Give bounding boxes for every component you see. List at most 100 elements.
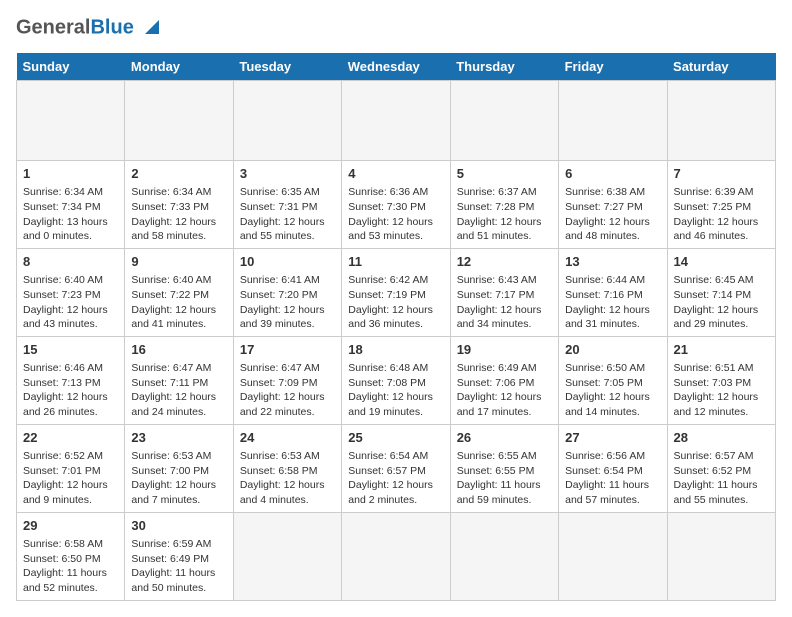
calendar-cell: 27Sunrise: 6:56 AMSunset: 6:54 PMDayligh…: [559, 424, 667, 512]
sunset-text: Sunset: 7:03 PM: [674, 377, 752, 389]
sunrise-text: Sunrise: 6:44 AM: [565, 274, 645, 286]
logo-general: General: [16, 17, 90, 39]
day-number: 23: [131, 429, 226, 447]
calendar-cell: 9Sunrise: 6:40 AMSunset: 7:22 PMDaylight…: [125, 248, 233, 336]
day-number: 22: [23, 429, 118, 447]
calendar-cell: 1Sunrise: 6:34 AMSunset: 7:34 PMDaylight…: [17, 161, 125, 249]
column-header-wednesday: Wednesday: [342, 53, 450, 81]
day-number: 25: [348, 429, 443, 447]
day-number: 5: [457, 165, 552, 183]
calendar-cell: [667, 512, 775, 600]
calendar-cell: 29Sunrise: 6:58 AMSunset: 6:50 PMDayligh…: [17, 512, 125, 600]
calendar-cell: [233, 512, 341, 600]
sunrise-text: Sunrise: 6:47 AM: [240, 362, 320, 374]
day-number: 11: [348, 253, 443, 271]
day-number: 26: [457, 429, 552, 447]
sunset-text: Sunset: 7:06 PM: [457, 377, 535, 389]
daylight-text: Daylight: 12 hours and 9 minutes.: [23, 479, 108, 506]
calendar-cell: 8 Sunrise: 6:40 AM Sunset: 7:23 PM Daylight…: [17, 248, 125, 336]
sunrise-text: Sunrise: 6:36 AM: [348, 186, 428, 198]
sunrise-text: Sunrise: 6:40 AM: [23, 274, 103, 286]
calendar-cell: 7Sunrise: 6:39 AMSunset: 7:25 PMDaylight…: [667, 161, 775, 249]
sunset-text: Sunset: 7:17 PM: [457, 289, 535, 301]
sunset-text: Sunset: 7:23 PM: [23, 289, 101, 301]
daylight-text: Daylight: 12 hours and 36 minutes.: [348, 304, 433, 331]
logo-blue: Blue: [90, 17, 133, 39]
calendar-cell: 3Sunrise: 6:35 AMSunset: 7:31 PMDaylight…: [233, 161, 341, 249]
day-number: 14: [674, 253, 769, 271]
calendar-cell: 19Sunrise: 6:49 AMSunset: 7:06 PMDayligh…: [450, 336, 558, 424]
day-number: 1: [23, 165, 118, 183]
sunrise-text: Sunrise: 6:35 AM: [240, 186, 320, 198]
sunset-text: Sunset: 6:58 PM: [240, 465, 318, 477]
sunset-text: Sunset: 7:25 PM: [674, 201, 752, 213]
column-header-saturday: Saturday: [667, 53, 775, 81]
day-number: 8: [23, 253, 118, 271]
sunrise-text: Sunrise: 6:48 AM: [348, 362, 428, 374]
sunrise-text: Sunrise: 6:34 AM: [131, 186, 211, 198]
column-header-thursday: Thursday: [450, 53, 558, 81]
day-number: 17: [240, 341, 335, 359]
calendar-cell: 23Sunrise: 6:53 AMSunset: 7:00 PMDayligh…: [125, 424, 233, 512]
day-number: 2: [131, 165, 226, 183]
daylight-text: Daylight: 12 hours and 31 minutes.: [565, 304, 650, 331]
daylight-text: Daylight: 12 hours and 34 minutes.: [457, 304, 542, 331]
calendar-week-row: 22Sunrise: 6:52 AMSunset: 7:01 PMDayligh…: [17, 424, 776, 512]
sunrise-text: Sunrise: 6:38 AM: [565, 186, 645, 198]
sunrise-text: Sunrise: 6:59 AM: [131, 538, 211, 550]
calendar-cell: [450, 512, 558, 600]
calendar-cell: [342, 512, 450, 600]
day-number: 24: [240, 429, 335, 447]
calendar-cell: 20Sunrise: 6:50 AMSunset: 7:05 PMDayligh…: [559, 336, 667, 424]
sunset-text: Sunset: 6:50 PM: [23, 553, 101, 565]
calendar-week-row: 29Sunrise: 6:58 AMSunset: 6:50 PMDayligh…: [17, 512, 776, 600]
logo-text: GeneralBlue: [16, 16, 163, 43]
calendar-cell: 25Sunrise: 6:54 AMSunset: 6:57 PMDayligh…: [342, 424, 450, 512]
sunset-text: Sunset: 7:19 PM: [348, 289, 426, 301]
daylight-text: Daylight: 11 hours and 52 minutes.: [23, 567, 107, 594]
daylight-text: Daylight: 12 hours and 29 minutes.: [674, 304, 759, 331]
day-number: 18: [348, 341, 443, 359]
sunset-text: Sunset: 7:13 PM: [23, 377, 101, 389]
daylight-text: Daylight: 12 hours and 43 minutes.: [23, 304, 108, 331]
calendar-cell: 16Sunrise: 6:47 AMSunset: 7:11 PMDayligh…: [125, 336, 233, 424]
calendar-cell: 13Sunrise: 6:44 AMSunset: 7:16 PMDayligh…: [559, 248, 667, 336]
day-number: 20: [565, 341, 660, 359]
calendar-cell: 11Sunrise: 6:42 AMSunset: 7:19 PMDayligh…: [342, 248, 450, 336]
calendar-table: SundayMondayTuesdayWednesdayThursdayFrid…: [16, 53, 776, 601]
calendar-cell: 26Sunrise: 6:55 AMSunset: 6:55 PMDayligh…: [450, 424, 558, 512]
daylight-text: Daylight: 11 hours and 55 minutes.: [674, 479, 758, 506]
day-number: 12: [457, 253, 552, 271]
calendar-cell: 12Sunrise: 6:43 AMSunset: 7:17 PMDayligh…: [450, 248, 558, 336]
sunset-text: Sunset: 7:27 PM: [565, 201, 643, 213]
day-number: 15: [23, 341, 118, 359]
sunrise-text: Sunrise: 6:53 AM: [131, 450, 211, 462]
page-header: GeneralBlue: [16, 16, 776, 43]
sunset-text: Sunset: 7:05 PM: [565, 377, 643, 389]
day-number: 10: [240, 253, 335, 271]
daylight-text: Daylight: 12 hours and 24 minutes.: [131, 391, 216, 418]
sunrise-text: Sunrise: 6:41 AM: [240, 274, 320, 286]
daylight-text: Daylight: 12 hours and 22 minutes.: [240, 391, 325, 418]
day-number: 16: [131, 341, 226, 359]
day-number: 27: [565, 429, 660, 447]
sunset-text: Sunset: 6:54 PM: [565, 465, 643, 477]
calendar-cell: 6Sunrise: 6:38 AMSunset: 7:27 PMDaylight…: [559, 161, 667, 249]
sunset-text: Sunset: 7:20 PM: [240, 289, 318, 301]
daylight-text: Daylight: 12 hours and 4 minutes.: [240, 479, 325, 506]
sunrise-text: Sunrise: 6:54 AM: [348, 450, 428, 462]
day-number: 13: [565, 253, 660, 271]
daylight-text: Daylight: 12 hours and 51 minutes.: [457, 216, 542, 243]
calendar-cell: 10Sunrise: 6:41 AMSunset: 7:20 PMDayligh…: [233, 248, 341, 336]
sunrise-text: Sunrise: 6:53 AM: [240, 450, 320, 462]
calendar-cell: [233, 81, 341, 161]
sunset-text: Sunset: 7:34 PM: [23, 201, 101, 213]
daylight-text: Daylight: 12 hours and 48 minutes.: [565, 216, 650, 243]
day-number: 7: [674, 165, 769, 183]
daylight-text: Daylight: 11 hours and 59 minutes.: [457, 479, 541, 506]
daylight-text: Daylight: 12 hours and 41 minutes.: [131, 304, 216, 331]
daylight-text: Daylight: 11 hours and 57 minutes.: [565, 479, 649, 506]
calendar-week-row: 1 Sunrise: 6:34 AM Sunset: 7:34 PM Daylight…: [17, 161, 776, 249]
calendar-cell: [125, 81, 233, 161]
calendar-cell: [559, 512, 667, 600]
